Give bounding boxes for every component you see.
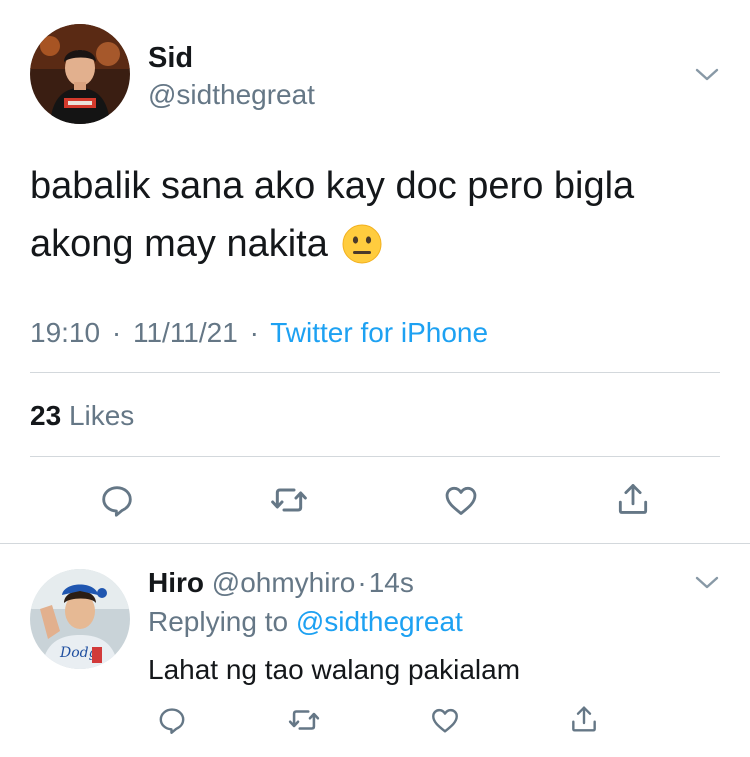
chevron-down-icon[interactable] (694, 572, 720, 592)
tweet-text-line-2-text: akong may nakita (30, 223, 328, 265)
likes-label: Likes (68, 400, 135, 431)
reply-header: Hiro @ohmyhiro·14s (148, 567, 414, 599)
author-name[interactable]: Sid (148, 42, 193, 74)
speech-bubble-icon (159, 708, 185, 734)
retweet-icon (288, 710, 320, 730)
tweet-text-line-1: babalik sana ako kay doc pero bigla (30, 165, 635, 207)
chevron-down-icon[interactable] (694, 64, 720, 84)
share-icon (572, 706, 596, 732)
avatar-hiro[interactable]: Dodg (30, 569, 130, 669)
heart-icon (445, 486, 477, 515)
replying-to-line: Replying to @sidthegreat (148, 606, 463, 638)
likes-count: 23 (30, 400, 62, 431)
reply-text: Lahat ng tao walang pakialam (148, 654, 521, 685)
reply-age: 14s (368, 567, 414, 598)
replying-to-handle[interactable]: @sidthegreat (296, 606, 463, 637)
reply-author-name[interactable]: Hiro (148, 567, 204, 598)
reply-like-button[interactable] (427, 702, 463, 738)
share-icon (618, 484, 648, 514)
avatar-sid[interactable] (30, 24, 130, 124)
reply-author-handle[interactable]: @ohmyhiro (212, 567, 356, 598)
tweet-source-link[interactable]: Twitter for iPhone (270, 317, 488, 348)
speech-bubble-icon (102, 486, 132, 517)
divider (30, 456, 720, 457)
author-handle[interactable]: @sidthegreat (148, 79, 315, 111)
retweet-icon (271, 488, 307, 512)
tweet-meta: 19:10 · 11/11/21 · Twitter for iPhone (30, 317, 488, 349)
reply-separator: · (357, 567, 367, 598)
tweet-time: 19:10 (30, 317, 101, 348)
meta-separator: · (249, 317, 259, 348)
retweet-button[interactable] (268, 479, 310, 521)
reply-button[interactable] (96, 479, 138, 521)
neutral-face-emoji (342, 224, 382, 264)
meta-separator: · (111, 317, 122, 348)
replying-to-prefix: Replying to (148, 606, 289, 637)
share-button[interactable] (612, 478, 654, 520)
tweet-date: 11/11/21 (132, 317, 238, 348)
reply-retweet-button[interactable] (286, 702, 322, 738)
divider (0, 543, 750, 544)
like-button[interactable] (440, 479, 482, 521)
reply-share-button[interactable] (566, 701, 602, 737)
reply-reply-button[interactable] (154, 702, 190, 738)
heart-icon (432, 708, 458, 733)
likes-row[interactable]: 23 Likes (30, 400, 134, 432)
divider (30, 372, 720, 373)
svg-text:Dodg: Dodg (59, 645, 98, 661)
tweet-text-line-2: akong may nakita (30, 222, 382, 266)
